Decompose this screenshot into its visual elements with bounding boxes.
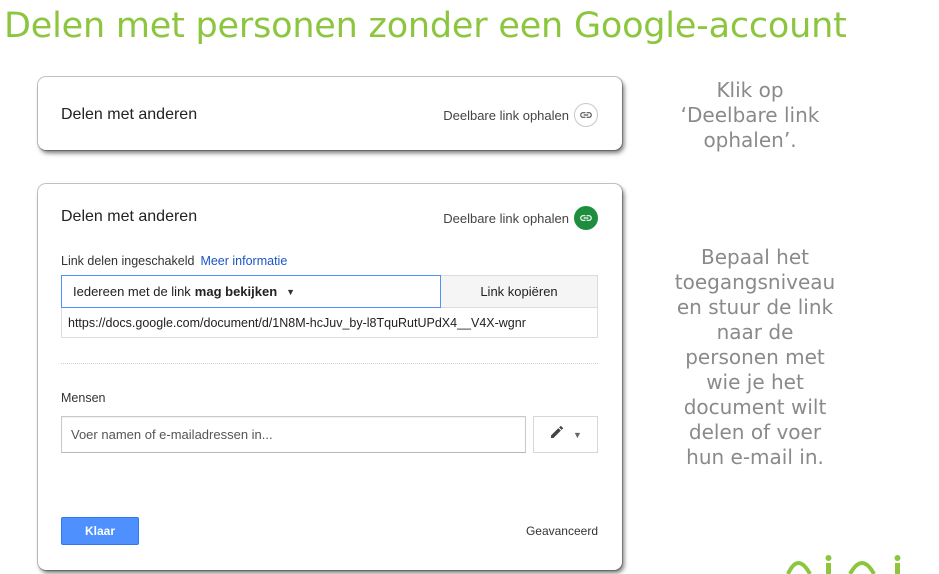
get-link-label: Deelbare link ophalen <box>443 210 569 226</box>
instruction-line: Klik op <box>716 78 784 102</box>
advanced-link[interactable]: Geavanceerd <box>526 524 598 538</box>
instruction-line: personen met <box>685 345 825 369</box>
instruction-line: ‘Deelbare link <box>680 103 820 127</box>
instruction-step-1: Klik op ‘Deelbare link ophalen’. <box>650 78 850 153</box>
dialog-title: Delen met anderen <box>61 106 198 123</box>
instruction-line: wie je het <box>706 370 804 394</box>
pencil-icon <box>549 424 565 445</box>
people-label: Mensen <box>61 391 106 405</box>
get-shareable-link-button[interactable]: Deelbare link ophalen <box>443 103 598 127</box>
more-info-link[interactable]: Meer informatie <box>200 254 287 268</box>
section-divider <box>61 363 598 364</box>
link-sharing-status-text: Link delen ingeschakeld <box>61 254 195 268</box>
access-level-select[interactable]: Iedereen met de link mag bekijken ▼ <box>61 275 441 308</box>
share-url-field[interactable]: https://docs.google.com/document/d/1N8M-… <box>61 308 598 338</box>
share-dialog-expanded: Delen met anderen Deelbare link ophalen … <box>38 184 622 570</box>
link-sharing-status: Link delen ingeschakeld Meer informatie <box>61 254 287 268</box>
link-icon <box>574 103 598 127</box>
done-button[interactable]: Klaar <box>61 517 139 545</box>
get-link-label: Deelbare link ophalen <box>443 107 569 123</box>
caret-down-icon: ▼ <box>286 286 296 297</box>
caret-down-icon: ▼ <box>573 429 582 440</box>
instruction-line: ophalen’. <box>703 128 797 152</box>
dialog-title: Delen met anderen <box>61 208 198 225</box>
instruction-line: toegangsniveau <box>674 270 836 294</box>
cropped-logo-fragment <box>786 555 901 574</box>
instruction-line: document wilt <box>683 395 827 419</box>
slide-title: Delen met personen zonder een Google-acc… <box>4 6 847 46</box>
people-input[interactable]: Voer namen of e-mailadressen in... <box>61 416 526 453</box>
instruction-step-2: Bepaal het toegangsniveau en stuur de li… <box>650 245 860 470</box>
access-level-prefix: Iedereen met de link <box>73 284 191 299</box>
instruction-line: Bepaal het <box>701 245 809 269</box>
instruction-line: hun e-mail in. <box>686 445 824 469</box>
instruction-line: delen of voer <box>688 420 822 444</box>
copy-link-button[interactable]: Link kopiëren <box>441 275 598 308</box>
get-shareable-link-button[interactable]: Deelbare link ophalen <box>443 206 598 230</box>
instruction-line: naar de <box>716 320 794 344</box>
share-dialog-collapsed: Delen met anderen Deelbare link ophalen <box>38 77 622 150</box>
access-level-value: mag bekijken <box>194 284 278 299</box>
permission-dropdown-button[interactable]: ▼ <box>533 416 598 453</box>
instruction-line: en stuur de link <box>676 295 834 319</box>
link-icon <box>574 206 598 230</box>
